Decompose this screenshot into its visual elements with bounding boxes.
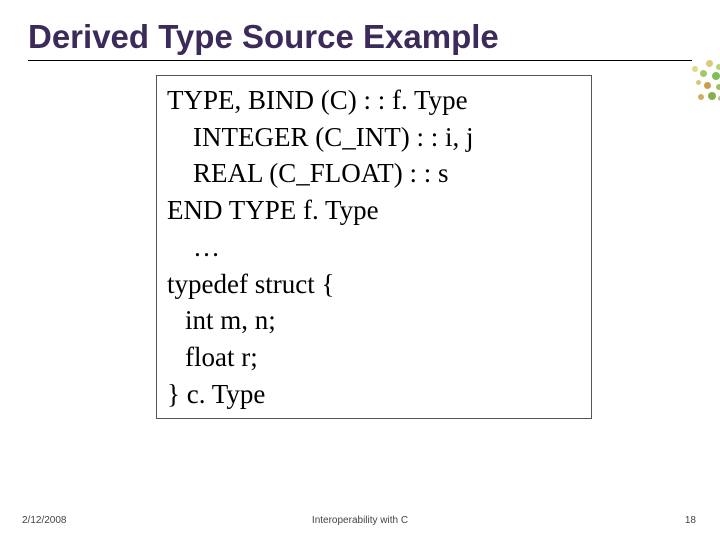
footer-page-number: 18 — [685, 515, 696, 526]
code-line: typedef struct { — [167, 266, 581, 303]
code-line: } c. Type — [167, 376, 581, 413]
code-box: TYPE, BIND (C) : : f. Type INTEGER (C_IN… — [156, 75, 592, 419]
slide: Derived Type Source Example TYPE, BIND (… — [0, 0, 720, 540]
code-line: … — [167, 229, 581, 266]
code-line: int m, n; — [167, 302, 581, 339]
slide-title: Derived Type Source Example — [28, 18, 692, 56]
code-line: INTEGER (C_INT) : : i, j — [167, 119, 581, 156]
code-line: float r; — [167, 339, 581, 376]
code-line: REAL (C_FLOAT) : : s — [167, 155, 581, 192]
footer-center: Interoperability with C — [312, 515, 408, 526]
title-container: Derived Type Source Example — [28, 18, 692, 61]
footer-date: 2/12/2008 — [22, 515, 67, 526]
decorative-dots — [670, 58, 720, 118]
code-line: TYPE, BIND (C) : : f. Type — [167, 82, 581, 119]
code-line: END TYPE f. Type — [167, 192, 581, 229]
